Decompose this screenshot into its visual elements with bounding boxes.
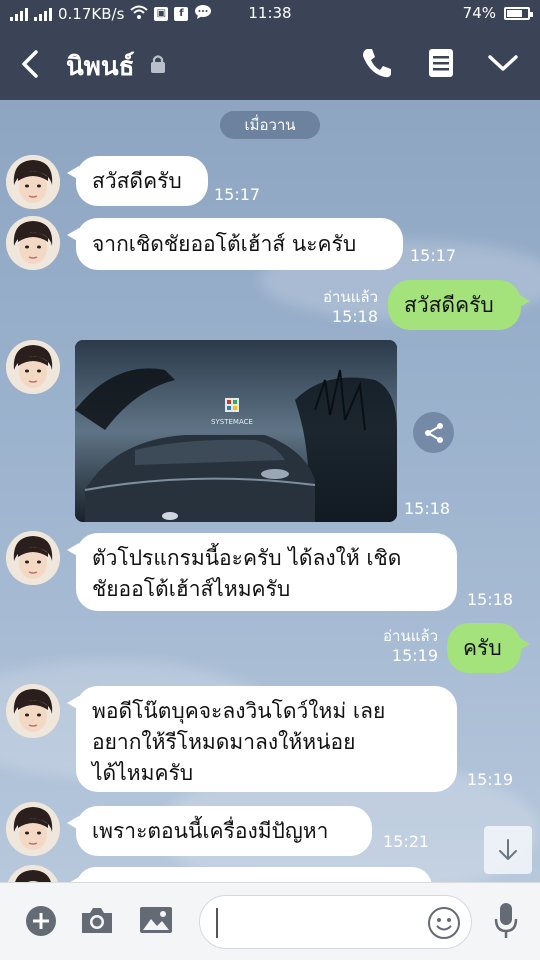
- message-time: 15:17: [214, 185, 261, 204]
- message-time: 15:18: [467, 590, 514, 609]
- chat-area[interactable]: เมื่อวาน สวัสดีครับ 15:17 จากเชิดชัยออโต…: [0, 100, 540, 882]
- message-bubble[interactable]: ตัวโปรแกรมนี้อะครับ ได้ลงให้ เชิด ชัยออโ…: [67, 533, 457, 611]
- date-separator: เมื่อวาน: [220, 111, 320, 139]
- message-time: 15:17: [410, 246, 457, 265]
- contact-name[interactable]: นิพนธ์: [66, 46, 135, 87]
- message-time: 15:19: [391, 646, 438, 665]
- avatar[interactable]: [6, 340, 60, 394]
- message-line: อยากให้รีโหมดมาลงให้หน่อย: [92, 730, 356, 754]
- battery-fill: [507, 9, 522, 17]
- message-text: ครับ: [463, 635, 502, 660]
- read-receipt: อ่านแล้ว: [323, 288, 378, 306]
- menu-toggle-button[interactable]: [486, 50, 520, 80]
- avatar[interactable]: [6, 802, 60, 856]
- back-arrow-icon: [22, 50, 38, 78]
- add-button[interactable]: [25, 905, 57, 941]
- message-bubble[interactable]: พอดีโน๊ตบุคจะลงวินโดว์ใหม่ เลย อยากให้รี…: [67, 686, 457, 792]
- message-meta: อ่านแล้ว 15:19: [360, 627, 438, 665]
- message-text: เพราะตอนนี้เครื่องมีปัญหา: [92, 818, 329, 843]
- microphone-icon: [494, 903, 518, 938]
- phone-icon: [363, 49, 391, 78]
- image-message[interactable]: SYSTEMACE: [75, 340, 397, 522]
- message-text: สวัสดีครับ: [404, 292, 494, 317]
- voice-button[interactable]: [493, 901, 519, 945]
- avatar[interactable]: [6, 155, 60, 209]
- message-bubble[interactable]: เพราะตอนนี้เครื่องมีปัญหา: [67, 806, 372, 856]
- message-input[interactable]: [218, 908, 418, 938]
- chevron-down-icon: [488, 55, 518, 71]
- avatar[interactable]: [6, 531, 60, 585]
- memo-icon: [429, 49, 453, 77]
- arrow-down-icon: [499, 839, 517, 860]
- emoji-icon: [428, 907, 460, 939]
- message-time: 15:21: [383, 832, 430, 851]
- avatar[interactable]: [6, 216, 60, 270]
- gallery-button[interactable]: [139, 905, 173, 939]
- memo-button[interactable]: [428, 48, 454, 82]
- status-time: 11:38: [248, 4, 292, 22]
- share-icon: [424, 422, 443, 443]
- message-bubble-outgoing[interactable]: ครับ: [447, 623, 530, 673]
- message-field[interactable]: [199, 895, 472, 949]
- status-right: 74%: [462, 4, 533, 22]
- message-line: ได้ไหมครับ: [92, 761, 194, 785]
- status-bar: 0.17KB/s ▣ f 11:38 74%: [0, 0, 540, 28]
- message-bubble-outgoing[interactable]: สวัสดีครับ: [388, 280, 530, 330]
- message-text: ตัวโปรแกรมนี้อะครับ ได้ลงให้ เชิด ชัยออโ…: [92, 543, 401, 605]
- gallery-icon: [140, 907, 172, 933]
- avatar[interactable]: [6, 684, 60, 738]
- camera-button[interactable]: [80, 905, 114, 939]
- message-text: สวัสดีครับ: [92, 168, 182, 193]
- message-time: 15:18: [331, 307, 378, 326]
- message-line: ชัยออโต้เฮ้าส์ไหมครับ: [92, 577, 291, 601]
- plus-icon: [26, 906, 56, 936]
- message-bubble-partial[interactable]: [67, 867, 432, 882]
- message-bubble[interactable]: จากเชิดชัยออโต้เฮ้าส์ นะครับ: [67, 218, 403, 270]
- message-text: พอดีโน๊ตบุคจะลงวินโดว์ใหม่ เลย อยากให้รี…: [92, 696, 385, 789]
- image-caption: SYSTEMACE: [211, 418, 253, 426]
- message-line: ตัวโปรแกรมนี้อะครับ ได้ลงให้ เชิด: [92, 546, 402, 570]
- message-text: จากเชิดชัยออโต้เฮ้าส์ นะครับ: [92, 231, 357, 256]
- battery-percent: 74%: [462, 4, 496, 22]
- message-bubble[interactable]: สวัสดีครับ: [67, 156, 208, 206]
- read-receipt: อ่านแล้ว: [383, 627, 438, 645]
- battery-icon: [504, 6, 533, 20]
- chat-header: นิพนธ์: [0, 28, 540, 100]
- camera-icon: [82, 908, 112, 933]
- message-time: 15:19: [467, 770, 514, 789]
- lock-icon: [150, 54, 166, 78]
- message-meta: อ่านแล้ว 15:18: [300, 288, 378, 326]
- share-button[interactable]: [413, 412, 454, 453]
- emoji-button[interactable]: [427, 906, 461, 944]
- message-line: พอดีโน๊ตบุคจะลงวินโดว์ใหม่ เลย: [92, 699, 386, 723]
- scroll-to-bottom-button[interactable]: [484, 826, 532, 874]
- back-button[interactable]: [14, 44, 50, 84]
- message-input-bar: [0, 882, 540, 960]
- call-button[interactable]: [360, 46, 394, 84]
- avatar[interactable]: [6, 865, 60, 882]
- message-time: 15:18: [404, 499, 451, 518]
